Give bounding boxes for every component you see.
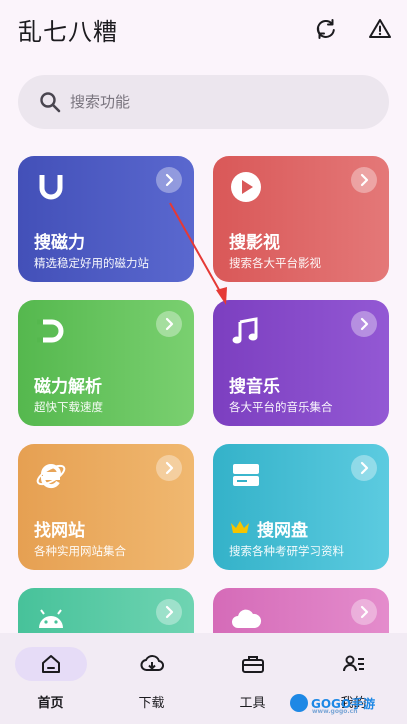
card-title: 搜网盘	[257, 521, 308, 541]
refresh-button[interactable]	[311, 14, 341, 44]
chevron-right-icon	[165, 173, 174, 187]
magnet-u-icon	[39, 175, 63, 200]
nav-tools-indicator	[217, 647, 289, 681]
card-subtitle: 精选稳定好用的磁力站	[34, 256, 149, 270]
card-title: 找网站	[34, 521, 85, 541]
card-title: 磁力解析	[34, 377, 102, 397]
cloud-icon	[232, 609, 262, 628]
card-magnet-parse[interactable]: 磁力解析 超快下载速度	[18, 300, 194, 426]
hard-drive-icon	[233, 464, 259, 486]
card-open-button[interactable]	[351, 311, 377, 337]
card-title: 搜影视	[229, 233, 280, 253]
music-note-icon	[232, 317, 258, 344]
chevron-right-icon	[360, 605, 369, 619]
toolbox-icon	[241, 656, 264, 673]
chevron-right-icon	[165, 605, 174, 619]
nav-home[interactable]: 首页	[0, 633, 101, 724]
magnet-icon	[37, 319, 64, 343]
card-android[interactable]	[18, 588, 194, 634]
profile-list-icon	[342, 655, 364, 672]
card-music-search[interactable]: 搜音乐 各大平台的音乐集合	[213, 300, 389, 426]
card-subtitle: 各大平台的音乐集合	[229, 400, 333, 414]
android-icon	[39, 609, 63, 628]
card-open-button[interactable]	[156, 167, 182, 193]
card-open-button[interactable]	[351, 455, 377, 481]
nav-download-indicator	[116, 647, 188, 681]
chevron-right-icon	[165, 317, 174, 331]
card-netdisk-search[interactable]: 搜网盘 搜索各种考研学习资料	[213, 444, 389, 570]
card-subtitle: 搜索各大平台影视	[229, 256, 321, 270]
card-open-button[interactable]	[156, 599, 182, 625]
chevron-right-icon	[165, 461, 174, 475]
chevron-right-icon	[360, 317, 369, 331]
card-subtitle: 搜索各种考研学习资料	[229, 544, 344, 558]
card-cloud[interactable]	[213, 588, 389, 634]
warning-button[interactable]	[365, 14, 395, 44]
nav-label: 工具	[239, 696, 266, 711]
annotation-arrow	[169, 202, 227, 305]
search-icon	[40, 92, 61, 113]
app-header: 乱七八糟	[0, 0, 407, 60]
card-title: 搜磁力	[34, 233, 85, 253]
nav-label: 首页	[37, 696, 64, 711]
card-subtitle: 超快下载速度	[34, 400, 103, 414]
card-open-button[interactable]	[351, 599, 377, 625]
nav-mine-indicator	[318, 647, 390, 681]
nav-tools[interactable]: 工具	[202, 633, 303, 724]
watermark-mark	[290, 694, 308, 712]
refresh-icon	[316, 19, 335, 39]
home-icon	[41, 655, 60, 673]
card-open-button[interactable]	[351, 167, 377, 193]
card-open-button[interactable]	[156, 455, 182, 481]
card-find-website[interactable]: 找网站 各种实用网站集合	[18, 444, 194, 570]
nav-home-indicator	[14, 647, 87, 681]
nav-label: 下载	[138, 696, 165, 711]
search-bar[interactable]	[18, 75, 389, 129]
chevron-right-icon	[360, 461, 369, 475]
card-subtitle: 各种实用网站集合	[34, 544, 126, 558]
search-input[interactable]	[70, 93, 350, 111]
crown-icon	[231, 521, 249, 533]
browser-e-icon	[36, 464, 66, 489]
cloud-download-icon	[139, 655, 164, 671]
watermark-sub: www.gogo.cn	[312, 708, 358, 715]
card-video-search[interactable]: 搜影视 搜索各大平台影视	[213, 156, 389, 282]
watermark-logo: GOGO手游 www.gogo.cn	[290, 694, 375, 715]
card-title: 搜音乐	[229, 377, 280, 397]
warning-icon	[369, 19, 391, 38]
nav-download[interactable]: 下载	[101, 633, 202, 724]
chevron-right-icon	[360, 173, 369, 187]
app-title: 乱七八糟	[18, 18, 118, 46]
